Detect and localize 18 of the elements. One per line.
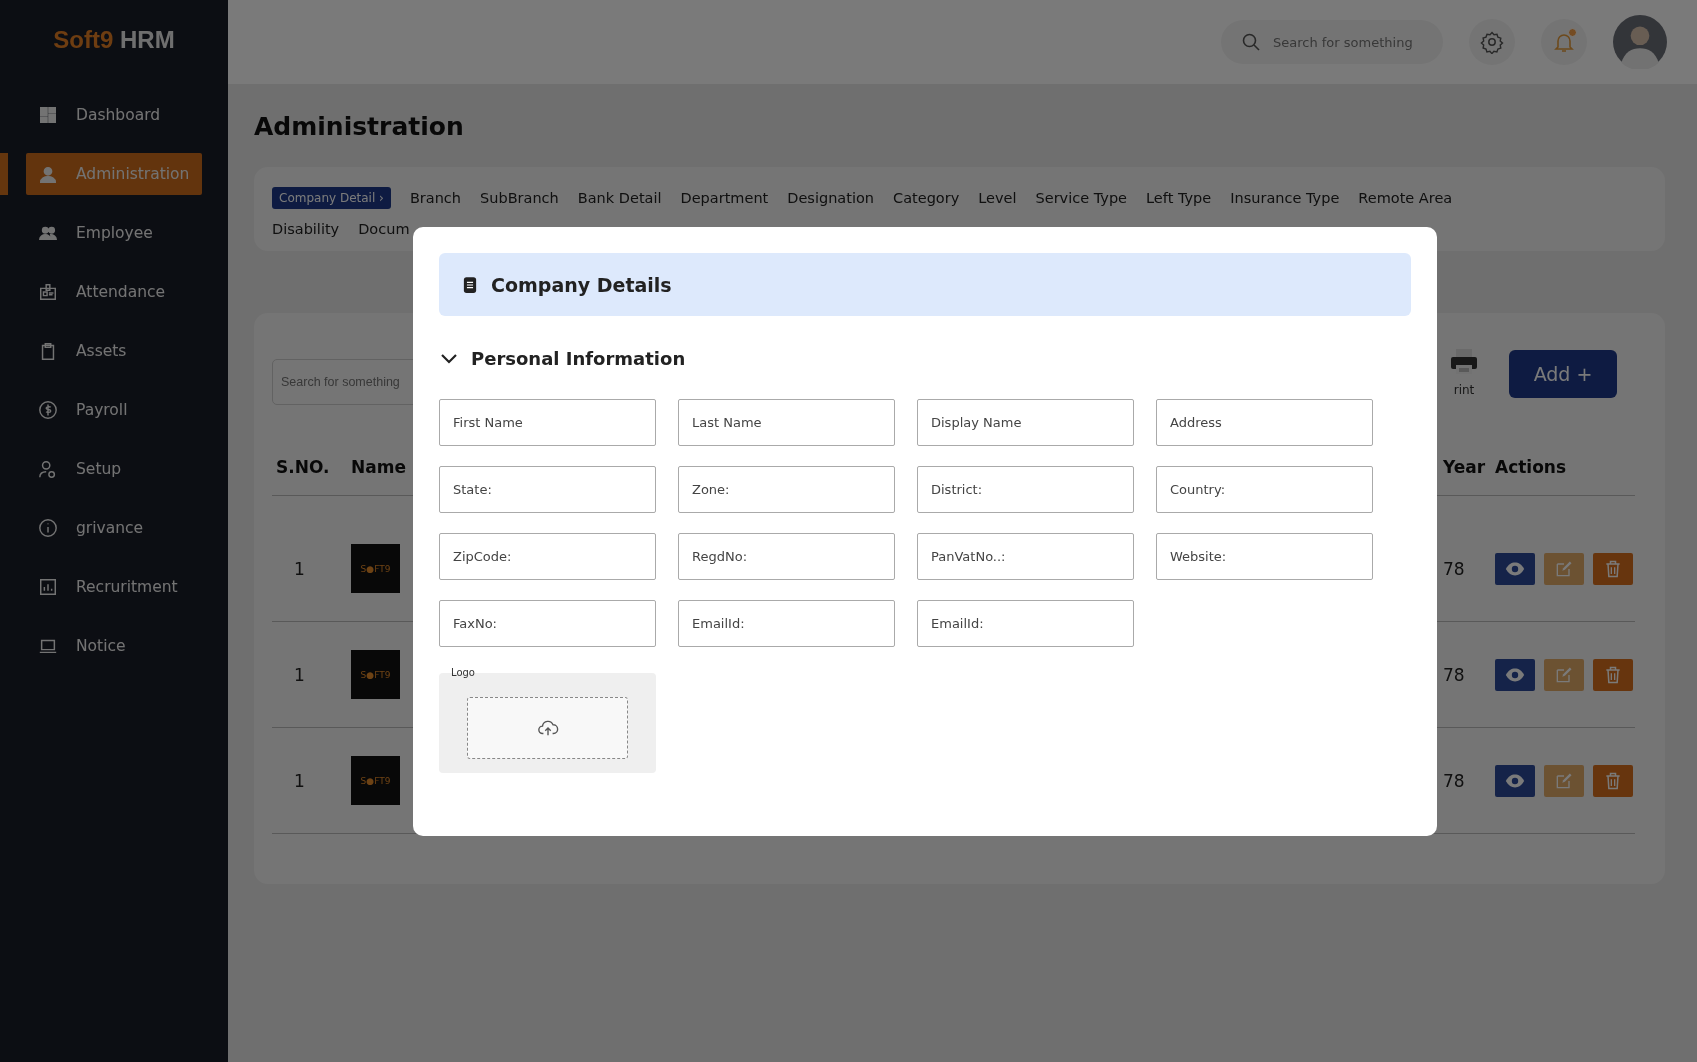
table-cell-text: 1 bbox=[293, 664, 306, 685]
page-title: Administration bbox=[254, 112, 465, 141]
table-cell-text: 1 bbox=[293, 558, 306, 579]
column-header: Year bbox=[1443, 457, 1487, 477]
column-header: S.NO. bbox=[276, 457, 331, 477]
company-logo: S●FT9 bbox=[351, 756, 400, 805]
table-cell-text: 1 bbox=[293, 770, 306, 791]
company-logo: S●FT9 bbox=[351, 650, 400, 699]
logo-label: Logo bbox=[451, 667, 475, 678]
dialog-title: Company Details bbox=[491, 273, 672, 296]
table-cell-text: 78 bbox=[1443, 558, 1466, 579]
brand-logo: Soft9 HRM bbox=[52, 25, 176, 55]
print-label: rint bbox=[1453, 383, 1475, 397]
table-cell-text: 78 bbox=[1443, 664, 1466, 685]
column-header: Actions bbox=[1495, 457, 1568, 477]
company-logo: S●FT9 bbox=[351, 544, 400, 593]
column-header: Name bbox=[351, 457, 407, 477]
table-cell-text: 78 bbox=[1443, 770, 1466, 791]
